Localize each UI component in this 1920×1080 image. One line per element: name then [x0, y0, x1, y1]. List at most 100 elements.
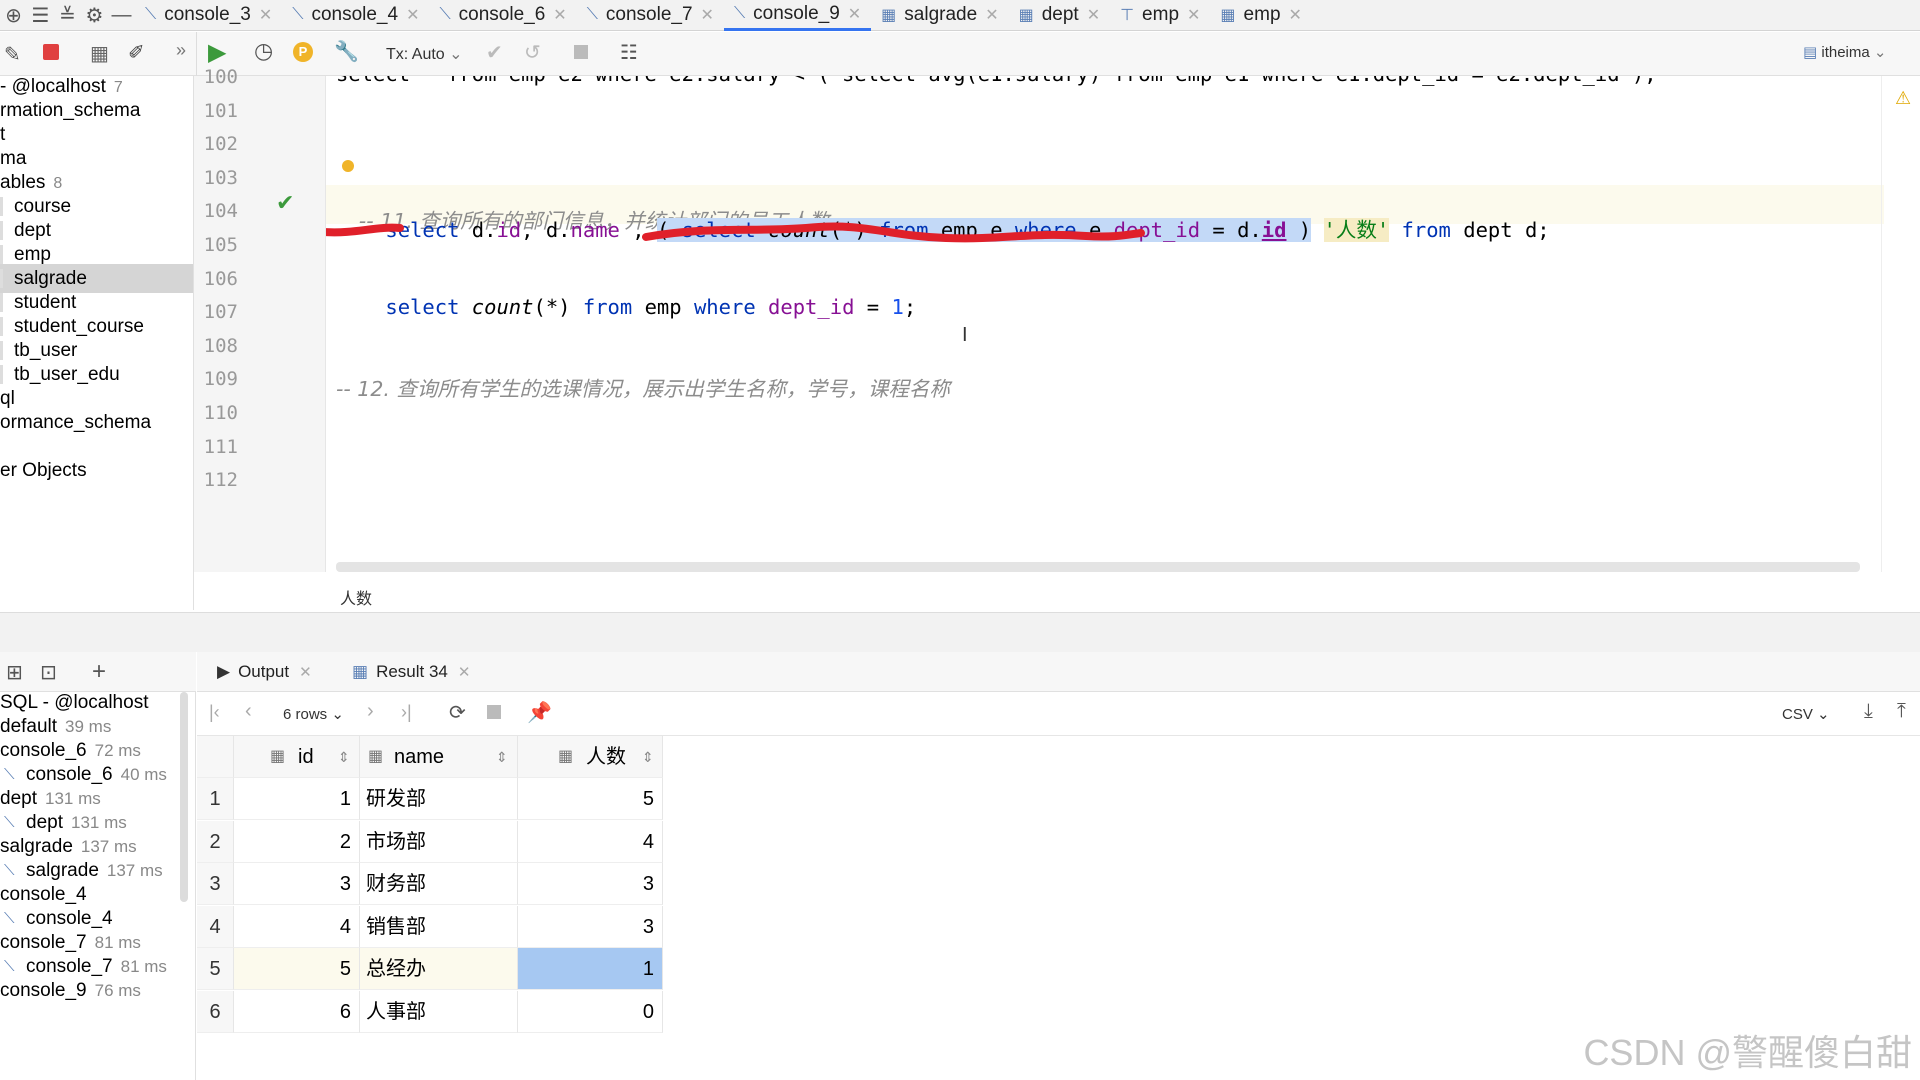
tree-item[interactable]: tb_user_edu — [0, 360, 120, 389]
tx-mode-select[interactable]: Tx: Auto ⌄ — [386, 44, 463, 64]
stop-icon[interactable] — [43, 44, 59, 60]
last-page-icon[interactable]: ›| — [401, 702, 412, 723]
tab-console_9[interactable]: ⟍ console_9 ✕ — [723, 0, 872, 31]
first-page-icon[interactable]: |‹ — [209, 702, 220, 723]
cell-id[interactable]: 6 — [234, 990, 360, 1033]
pin-icon[interactable]: 📌 — [527, 700, 552, 725]
service-item[interactable]: console_9 76 ms — [0, 976, 141, 1005]
prev-page-icon[interactable]: ‹ — [245, 700, 252, 723]
cancel-query-icon[interactable] — [574, 45, 588, 59]
close-icon[interactable]: ✕ — [553, 5, 566, 25]
datasource-select[interactable]: ▤ itheima ⌄ — [1803, 43, 1886, 61]
cell-name[interactable]: 财务部 — [360, 863, 518, 905]
tab-dept[interactable]: ▦ dept ✕ — [1009, 0, 1111, 31]
close-icon[interactable]: ✕ — [406, 5, 419, 25]
export-format-select[interactable]: CSV ⌄ — [1782, 705, 1830, 723]
tab-emp[interactable]: ▦ emp ✕ — [1210, 0, 1312, 31]
sort-icon[interactable]: ⇕ — [496, 736, 508, 778]
cell-name[interactable]: 总经办 — [360, 948, 518, 990]
cell-name[interactable]: 人事部 — [360, 990, 518, 1033]
cell-count[interactable]: 0 — [518, 990, 663, 1033]
close-icon[interactable]: ✕ — [299, 663, 312, 681]
warning-icon[interactable]: ⚠ — [1895, 88, 1911, 109]
tree-item[interactable]: ormance_schema — [0, 408, 151, 437]
sort-icon[interactable]: ⇕ — [338, 736, 350, 778]
tree-item[interactable]: rmation_schema — [0, 96, 140, 125]
cell-count[interactable]: 5 — [518, 778, 663, 820]
close-icon[interactable]: ✕ — [1289, 5, 1302, 25]
sort-icon[interactable]: ⇕ — [642, 736, 654, 778]
tab-console_4[interactable]: ⟍ console_4 ✕ — [282, 0, 429, 31]
cell-name[interactable]: 销售部 — [360, 905, 518, 948]
pin-tab-icon[interactable]: ⊡ — [40, 660, 57, 685]
collapse-icon[interactable]: ≚ — [54, 2, 81, 29]
tab-console_3[interactable]: ⟍ console_3 ✕ — [135, 0, 282, 31]
tree-guide — [0, 365, 3, 384]
more-icon[interactable]: » — [176, 40, 186, 61]
column-header-count[interactable]: ▦ 人数 ⇕ — [518, 736, 663, 778]
cell-id[interactable]: 4 — [234, 905, 360, 948]
cell-name[interactable]: 研发部 — [360, 778, 518, 820]
tab-result[interactable]: ▦ Result 34 ✕ — [352, 652, 470, 692]
cell-count[interactable]: 4 — [518, 820, 663, 863]
close-icon[interactable]: ✕ — [259, 5, 272, 25]
cell-id[interactable]: 5 — [234, 948, 360, 990]
rows-select[interactable]: 6 rows ⌄ — [283, 705, 344, 723]
gear-icon[interactable]: ⚙ — [81, 2, 108, 29]
tab-emp[interactable]: ⊤ emp ✕ — [1110, 0, 1210, 31]
group-icon[interactable]: ⊞ — [6, 660, 23, 685]
next-page-icon[interactable]: › — [367, 700, 374, 723]
upload-icon[interactable]: ⤒ — [1897, 700, 1906, 723]
tab-label: emp — [1243, 4, 1281, 25]
profile-p-icon[interactable]: P — [293, 42, 313, 62]
cell-name[interactable]: 市场部 — [360, 820, 518, 863]
tab-console_7[interactable]: ⟍ console_7 ✕ — [577, 0, 724, 31]
close-icon[interactable]: ✕ — [985, 5, 998, 25]
vertical-scrollbar[interactable] — [180, 692, 188, 902]
edit-icon[interactable]: ✐ — [128, 40, 145, 65]
code-line-109: -- 12. 查询所有学生的选课情况，展示出学生名称，学号，课程名称 — [336, 377, 950, 401]
history-icon[interactable]: ◷ — [254, 38, 273, 64]
wrench-icon[interactable]: 🔧 — [334, 39, 359, 64]
cell-count[interactable]: 1 — [518, 948, 663, 990]
add-icon[interactable]: + — [92, 658, 106, 686]
horizontal-scrollbar[interactable] — [336, 562, 1860, 572]
bulb-icon[interactable] — [336, 154, 354, 180]
tree-item[interactable]: er Objects — [0, 456, 87, 485]
tab-output[interactable]: ▶ Output ✕ — [217, 652, 312, 692]
align-icon[interactable]: ☰ — [27, 2, 54, 29]
panel-splitter[interactable] — [0, 612, 1920, 652]
tab-label: console_6 — [458, 4, 546, 25]
column-icon: ▦ — [270, 748, 286, 765]
settings-list-icon[interactable]: ☷ — [620, 40, 638, 65]
cell-count[interactable]: 3 — [518, 863, 663, 905]
download-icon[interactable]: ⤓ — [1864, 700, 1873, 723]
minimize-icon[interactable]: — — [108, 2, 135, 29]
tab-console_6[interactable]: ⟍ console_6 ✕ — [429, 0, 576, 31]
format-icon[interactable]: ✎ — [4, 42, 21, 67]
column-header-id[interactable]: ▦ id ⇕ — [234, 736, 360, 778]
close-icon[interactable]: ✕ — [1187, 5, 1200, 25]
close-icon[interactable]: ✕ — [701, 5, 714, 25]
red-underline-annotation — [326, 222, 1145, 243]
sql-editor[interactable]: select * from emp e2 where e2.salary < (… — [326, 76, 1884, 572]
table-grid-icon[interactable]: ▦ — [90, 41, 109, 66]
column-header-name[interactable]: ▦ name ⇕ — [360, 736, 518, 778]
commit-icon[interactable]: ✔ — [486, 40, 503, 65]
rollback-icon[interactable]: ↺ — [524, 40, 541, 65]
cell-id[interactable]: 2 — [234, 820, 360, 863]
refresh-icon[interactable]: ⟳ — [449, 700, 466, 725]
close-icon[interactable]: ✕ — [458, 663, 471, 681]
cell-id[interactable]: 3 — [234, 863, 360, 905]
close-icon[interactable]: ✕ — [848, 4, 861, 24]
close-icon[interactable]: ✕ — [1087, 5, 1100, 25]
cell-id[interactable]: 1 — [234, 778, 360, 820]
stop-icon[interactable] — [487, 705, 501, 719]
run-icon[interactable]: ▶ — [208, 38, 226, 67]
code-line-100: select * from emp e2 where e2.salary < (… — [336, 76, 1657, 86]
globe-icon[interactable]: ⊕ — [0, 2, 27, 29]
tab-salgrade[interactable]: ▦ salgrade ✕ — [871, 0, 1008, 31]
duration: 137 ms — [80, 837, 137, 856]
cell-count[interactable]: 3 — [518, 905, 663, 948]
service-label: console_6 — [0, 740, 87, 761]
